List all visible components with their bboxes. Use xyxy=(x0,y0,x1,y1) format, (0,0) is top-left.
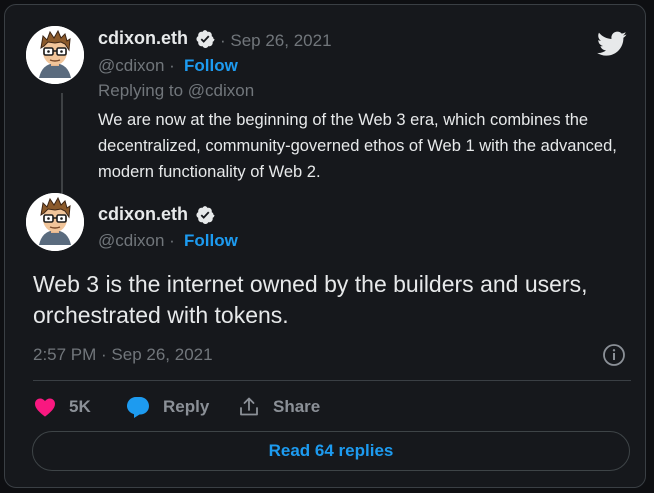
cartoon-avatar-icon xyxy=(26,193,84,251)
twitter-bird-icon[interactable] xyxy=(597,31,627,57)
reply-label: Reply xyxy=(163,397,210,416)
parent-display-name[interactable]: cdixon.eth xyxy=(98,28,188,49)
main-tweet-text: Web 3 is the internet owned by the build… xyxy=(33,271,588,328)
verified-badge-icon xyxy=(196,206,215,224)
like-button[interactable]: 5K xyxy=(33,393,91,421)
divider xyxy=(33,380,631,381)
verified-badge-icon xyxy=(196,30,215,48)
parent-tweet-text: We are now at the beginning of the Web 3… xyxy=(98,111,617,181)
parent-follow-link[interactable]: Follow xyxy=(184,56,238,76)
heart-icon xyxy=(35,398,55,417)
share-label: Share xyxy=(273,397,321,416)
parent-date[interactable]: · Sep 26, 2021 xyxy=(220,31,332,51)
tweet-timestamp[interactable]: 2:57 PM · Sep 26, 2021 xyxy=(33,345,213,365)
like-count: 5K xyxy=(69,397,91,416)
avatar[interactable] xyxy=(26,26,84,84)
share-button[interactable]: Share xyxy=(237,393,320,421)
avatar[interactable] xyxy=(26,193,84,251)
info-icon[interactable] xyxy=(602,343,626,367)
thread-connector-line xyxy=(61,93,63,195)
tweet-embed-card: cdixon.eth · Sep 26, 2021 @cdixon · Foll… xyxy=(4,4,646,488)
read-replies-button[interactable]: Read 64 replies xyxy=(32,431,630,471)
read-replies-label: Read 64 replies xyxy=(268,441,394,460)
share-upload-icon xyxy=(240,397,258,416)
parent-handle[interactable]: @cdixon · xyxy=(98,56,175,76)
speech-bubble-icon xyxy=(127,397,149,418)
cartoon-avatar-icon xyxy=(26,26,84,84)
main-handle[interactable]: @cdixon · xyxy=(98,231,175,251)
main-display-name[interactable]: cdixon.eth xyxy=(98,204,188,225)
reply-button[interactable]: Reply xyxy=(125,393,209,421)
replying-to-label: Replying to @cdixon xyxy=(98,81,255,100)
main-follow-link[interactable]: Follow xyxy=(184,231,238,251)
